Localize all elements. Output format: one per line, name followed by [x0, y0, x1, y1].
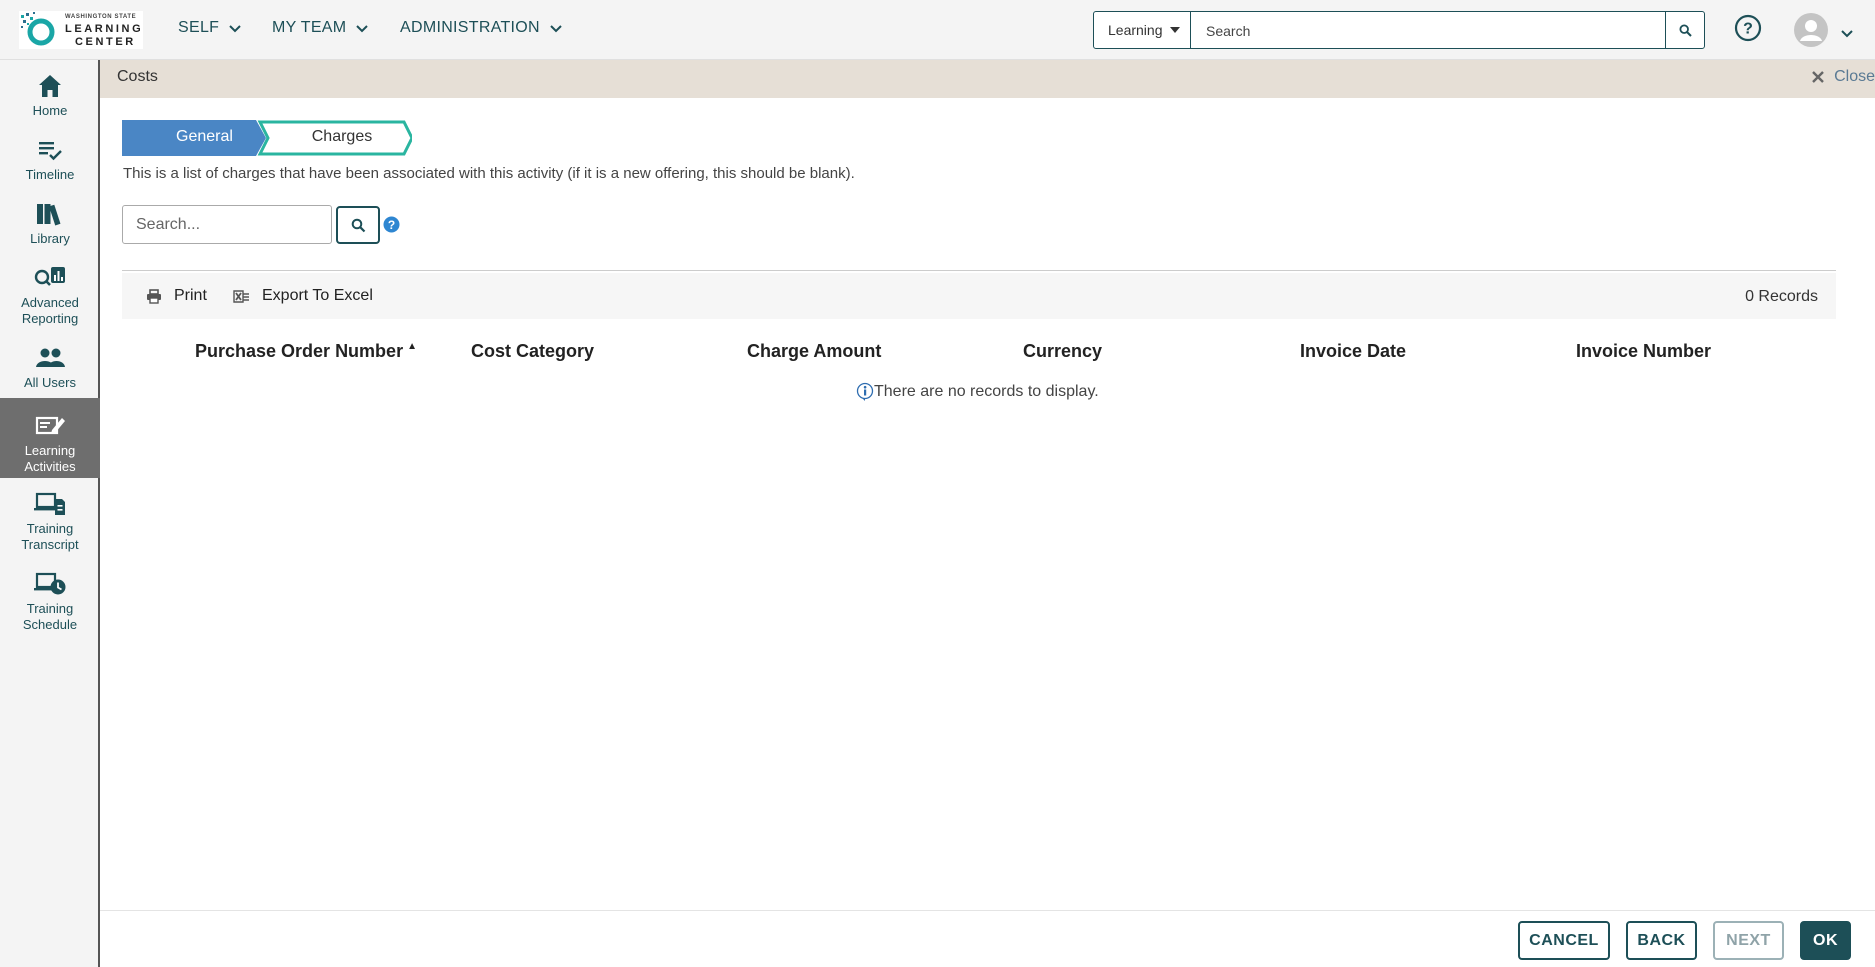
- back-button[interactable]: BACK: [1626, 921, 1697, 960]
- column-header-charge-amount[interactable]: Charge Amount: [747, 341, 881, 362]
- user-avatar-icon: [1794, 13, 1828, 47]
- charges-search-button[interactable]: [336, 206, 380, 244]
- info-icon: [856, 382, 874, 401]
- record-count: 0 Records: [1745, 288, 1818, 305]
- column-header-cost-category[interactable]: Cost Category: [471, 341, 594, 362]
- ok-button[interactable]: OK: [1800, 921, 1851, 960]
- excel-icon: [233, 289, 249, 303]
- printer-icon: [147, 288, 161, 304]
- logo-subtitle: WASHINGTON STATE: [65, 14, 137, 20]
- transcript-icon: [34, 492, 65, 515]
- users-icon: [36, 348, 65, 367]
- logo-mark-icon: [21, 12, 55, 46]
- sidebar-item-advanced-reporting[interactable]: Advanced Reporting: [0, 264, 100, 327]
- print-button[interactable]: Print: [146, 287, 207, 305]
- sidebar: Home Timeline Library Advanced Reporting: [0, 60, 100, 967]
- nav-administration-label: ADMINISTRATION: [400, 19, 540, 36]
- column-header-currency[interactable]: Currency: [1023, 341, 1102, 362]
- search-scope-label: Learning: [1108, 22, 1163, 38]
- chevron-down-icon: [356, 24, 369, 32]
- export-excel-button[interactable]: Export To Excel: [233, 287, 373, 305]
- global-search-button[interactable]: [1665, 12, 1704, 48]
- timeline-icon: [39, 142, 62, 161]
- help-circle-icon: ?: [1734, 14, 1762, 42]
- svg-text:?: ?: [1743, 21, 1753, 38]
- wizard-step-general[interactable]: General: [122, 128, 287, 146]
- close-label: Close: [1834, 68, 1875, 85]
- column-header-invoice-number[interactable]: Invoice Number: [1576, 341, 1711, 362]
- nav-my-team[interactable]: MY TEAM: [272, 19, 369, 37]
- column-header-purchase-order-number[interactable]: Purchase Order Number ▲: [195, 341, 417, 362]
- sidebar-item-label: Training Transcript: [21, 521, 79, 552]
- charges-description: This is a list of charges that have been…: [123, 165, 855, 182]
- chevron-down-icon: [1841, 30, 1853, 38]
- page-title: Costs: [117, 68, 158, 85]
- print-label: Print: [174, 287, 207, 304]
- sidebar-item-library[interactable]: Library: [0, 200, 100, 247]
- column-header-invoice-date[interactable]: Invoice Date: [1300, 341, 1406, 362]
- sort-ascending-icon: ▲: [407, 341, 417, 352]
- learning-center-logo[interactable]: WASHINGTON STATE LEARNING CENTER: [19, 11, 143, 49]
- costs-panel-header: Costs Close: [100, 60, 1875, 98]
- sidebar-item-all-users[interactable]: All Users: [0, 344, 100, 391]
- top-header: WASHINGTON STATE LEARNING CENTER SELF MY…: [0, 0, 1875, 60]
- nav-my-team-label: MY TEAM: [272, 19, 347, 36]
- search-scope-dropdown[interactable]: Learning: [1094, 12, 1191, 48]
- nav-self-label: SELF: [178, 19, 220, 36]
- chevron-down-icon: [229, 24, 241, 32]
- global-search: Learning: [1093, 11, 1705, 49]
- learning-activities-icon: [35, 416, 65, 435]
- sidebar-item-home[interactable]: Home: [0, 72, 100, 119]
- schedule-icon: [34, 572, 66, 595]
- sidebar-item-label: Timeline: [25, 167, 75, 182]
- reporting-icon: [34, 267, 65, 286]
- nav-administration[interactable]: ADMINISTRATION: [400, 19, 562, 37]
- empty-state: There are no records to display.: [856, 382, 1099, 402]
- sidebar-item-label: Advanced Reporting: [21, 295, 79, 326]
- section-divider: [122, 270, 1836, 271]
- global-search-input[interactable]: [1204, 19, 1648, 43]
- cancel-button[interactable]: CANCEL: [1518, 921, 1610, 960]
- close-icon: [1812, 71, 1824, 83]
- svg-text:?: ?: [388, 218, 395, 232]
- home-icon: [39, 75, 61, 97]
- help-button[interactable]: ?: [1734, 14, 1762, 47]
- empty-message: There are no records to display.: [874, 383, 1099, 400]
- sidebar-item-label: Learning Activities: [24, 443, 76, 474]
- footer-divider: [100, 910, 1875, 911]
- user-avatar[interactable]: [1793, 12, 1829, 53]
- sidebar-item-label: All Users: [23, 375, 76, 390]
- nav-self[interactable]: SELF: [178, 19, 241, 37]
- search-help-button[interactable]: ?: [383, 216, 400, 238]
- wizard-step-charges[interactable]: Charges: [282, 128, 402, 146]
- logo-line-2: CENTER: [75, 36, 136, 48]
- export-label: Export To Excel: [262, 287, 373, 304]
- search-icon: [351, 218, 365, 232]
- charges-search-input[interactable]: [122, 205, 332, 244]
- next-button[interactable]: NEXT: [1713, 921, 1784, 960]
- sidebar-item-label: Home: [32, 103, 68, 118]
- sidebar-item-timeline[interactable]: Timeline: [0, 136, 100, 183]
- logo-line-1: LEARNING: [65, 23, 144, 35]
- sidebar-item-learning-activities[interactable]: Learning Activities: [0, 398, 100, 478]
- close-button[interactable]: Close: [1811, 68, 1875, 86]
- sidebar-item-label: Library: [30, 231, 70, 246]
- column-header-label: Purchase Order Number: [195, 341, 404, 361]
- user-menu-toggle[interactable]: [1841, 25, 1853, 43]
- help-circle-icon: ?: [383, 216, 400, 233]
- caret-down-icon: [1170, 27, 1180, 33]
- sidebar-item-training-transcript[interactable]: Training Transcript: [0, 490, 100, 553]
- search-icon: [1678, 23, 1692, 37]
- sidebar-item-training-schedule[interactable]: Training Schedule: [0, 570, 100, 633]
- library-icon: [37, 204, 61, 226]
- sidebar-item-label: Training Schedule: [22, 601, 78, 632]
- chevron-down-icon: [550, 24, 562, 32]
- grid-toolbar: Print Export To Excel 0 Records: [122, 273, 1836, 319]
